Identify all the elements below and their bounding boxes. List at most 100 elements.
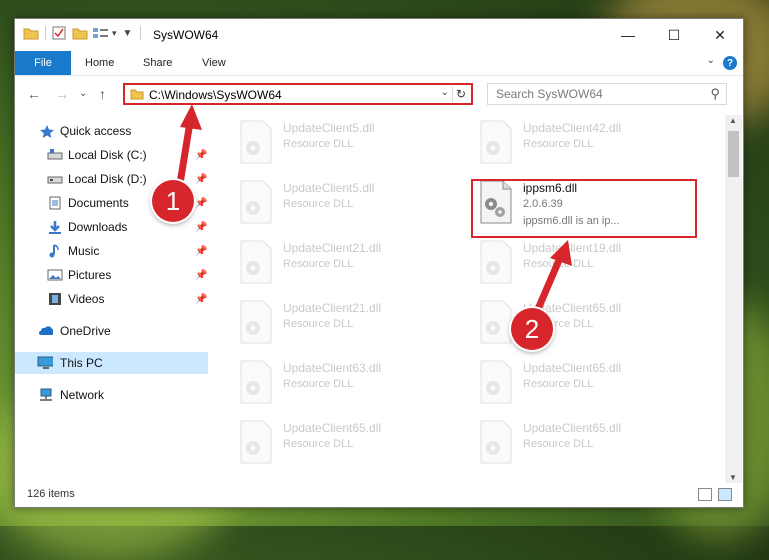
tab-file[interactable]: File	[15, 51, 71, 75]
sidebar-item-network[interactable]: Network	[15, 384, 208, 406]
sidebar-item-label: Local Disk (C:)	[68, 148, 147, 162]
back-arrow-icon[interactable]: ←	[27, 86, 41, 102]
recent-locations-icon[interactable]: ⌄	[79, 88, 87, 99]
dll-file-icon	[240, 420, 272, 464]
scroll-thumb[interactable]	[728, 131, 739, 177]
sidebar-item-pictures[interactable]: Pictures 📌	[15, 264, 208, 286]
dll-file-icon	[240, 360, 272, 404]
customize-toolbar-icon[interactable]: ▾	[112, 28, 117, 39]
sidebar-item-videos[interactable]: Videos 📌	[15, 288, 208, 310]
file-name: UpdateClient21.dll	[283, 301, 382, 315]
sidebar-item-label: Local Disk (D:)	[68, 172, 147, 186]
file-description: Resource DLL	[283, 138, 354, 150]
file-description: Resource DLL	[283, 198, 354, 210]
quick-access-toolbar: ▾ ▼	[23, 26, 142, 40]
file-description: Resource DLL	[523, 258, 594, 270]
file-description: Resource DLL	[523, 138, 594, 150]
tab-home[interactable]: Home	[85, 51, 114, 75]
address-dropdown-icon[interactable]: ⌄	[441, 87, 449, 98]
search-icon[interactable]: ⚲	[710, 86, 720, 102]
sidebar-item-label: Network	[60, 388, 105, 402]
file-description: Resource DLL	[283, 378, 354, 390]
sidebar-item-label: Pictures	[68, 268, 112, 282]
view-options-icon[interactable]	[92, 26, 110, 40]
music-icon	[49, 244, 59, 258]
dll-file-icon	[480, 420, 512, 464]
scroll-up-icon[interactable]: ▲	[729, 116, 737, 125]
file-name: UpdateClient42.dll	[523, 121, 622, 135]
sidebar-item-label: Documents	[68, 196, 129, 210]
tab-view[interactable]: View	[202, 51, 226, 75]
list-item[interactable]: UpdateClient42.dll Resource DLL	[461, 115, 691, 169]
pictures-icon	[47, 269, 63, 281]
large-icons-view-icon[interactable]	[718, 488, 732, 501]
drive-icon	[47, 149, 63, 160]
item-count: 126 items	[27, 488, 75, 500]
status-bar: 126 items	[15, 483, 743, 507]
pin-icon[interactable]: 📌	[195, 270, 207, 281]
step-2-badge: 2	[511, 308, 553, 350]
address-bar[interactable]: C:\Windows\SysWOW64 ⌄ ↻	[123, 83, 473, 105]
navigation-pane: Quick access Local Disk (C:) 📌 Local Dis…	[15, 115, 208, 475]
minimize-button[interactable]: —	[605, 19, 651, 51]
new-folder-icon[interactable]	[72, 26, 88, 40]
dll-file-icon	[240, 120, 272, 164]
close-button[interactable]: ✕	[697, 19, 743, 51]
star-icon	[40, 125, 54, 138]
downloads-icon	[49, 221, 61, 234]
file-name: UpdateClient63.dll	[283, 361, 382, 375]
quick-access-dropdown-icon[interactable]: ▼	[123, 28, 133, 39]
file-name: UpdateClient65.dll	[523, 421, 622, 435]
forward-arrow-icon[interactable]: →	[55, 86, 69, 102]
details-view-icon[interactable]	[698, 488, 712, 501]
properties-icon[interactable]	[52, 26, 66, 40]
pin-icon[interactable]: 📌	[195, 294, 207, 305]
list-item[interactable]: UpdateClient65.dll Resource DLL	[461, 355, 691, 409]
pin-icon[interactable]: 📌	[195, 174, 207, 185]
sidebar-item-label: Music	[68, 244, 100, 258]
list-item[interactable]: UpdateClient19.dll Resource DLL	[461, 235, 691, 289]
dll-file-icon	[480, 300, 512, 344]
toolbar-divider	[45, 26, 46, 40]
list-item[interactable]: UpdateClient5.dll Resource DLL	[221, 115, 451, 169]
folder-icon[interactable]	[23, 26, 39, 40]
pin-icon[interactable]: 📌	[195, 222, 207, 233]
pin-icon[interactable]: 📌	[195, 198, 207, 209]
toolbar-divider	[140, 26, 142, 40]
dll-file-icon	[240, 240, 272, 284]
sidebar-item-label: Videos	[68, 292, 105, 306]
folder-icon	[130, 89, 144, 100]
file-name: UpdateClient19.dll	[523, 241, 622, 255]
sidebar-item-quick-access[interactable]: Quick access	[15, 120, 208, 142]
list-item[interactable]: UpdateClient5.dll Resource DLL	[221, 175, 451, 229]
list-item[interactable]: UpdateClient65.dll Resource DLL	[221, 415, 451, 469]
sidebar-item-local-disk-c[interactable]: Local Disk (C:) 📌	[15, 144, 208, 166]
tab-share[interactable]: Share	[143, 51, 172, 75]
search-input[interactable]: Search SysWOW64 ⚲	[487, 83, 727, 105]
sidebar-item-onedrive[interactable]: OneDrive	[15, 320, 208, 342]
list-item[interactable]: UpdateClient65.dll Resource DLL	[461, 415, 691, 469]
pin-icon[interactable]: 📌	[195, 150, 207, 161]
scroll-down-icon[interactable]: ▼	[729, 473, 737, 482]
videos-icon	[49, 293, 61, 305]
highlight-box	[471, 179, 697, 238]
up-arrow-icon[interactable]: ↑	[99, 86, 106, 102]
expand-ribbon-icon[interactable]: ⌄	[707, 55, 715, 66]
sidebar-item-label: This PC	[60, 356, 103, 370]
pin-icon[interactable]: 📌	[195, 246, 207, 257]
sidebar-item-music[interactable]: Music 📌	[15, 240, 208, 262]
help-button[interactable]: ?	[723, 56, 737, 70]
list-item[interactable]: UpdateClient63.dll Resource DLL	[221, 355, 451, 409]
maximize-button[interactable]: ☐	[651, 19, 697, 51]
refresh-icon[interactable]: ↻	[452, 86, 469, 102]
address-path: C:\Windows\SysWOW64	[149, 88, 282, 102]
vertical-scrollbar[interactable]: ▲ ▼	[725, 115, 742, 483]
step-1-badge: 1	[152, 180, 194, 222]
list-item[interactable]: UpdateClient21.dll Resource DLL	[221, 235, 451, 289]
sidebar-item-label: OneDrive	[60, 324, 111, 338]
list-item[interactable]: UpdateClient21.dll Resource DLL	[221, 295, 451, 349]
sidebar-item-this-pc[interactable]: This PC	[15, 352, 208, 374]
list-item[interactable]: UpdateClient65.dll Resource DLL	[461, 295, 691, 349]
dll-file-icon	[480, 120, 512, 164]
dll-file-icon	[480, 240, 512, 284]
